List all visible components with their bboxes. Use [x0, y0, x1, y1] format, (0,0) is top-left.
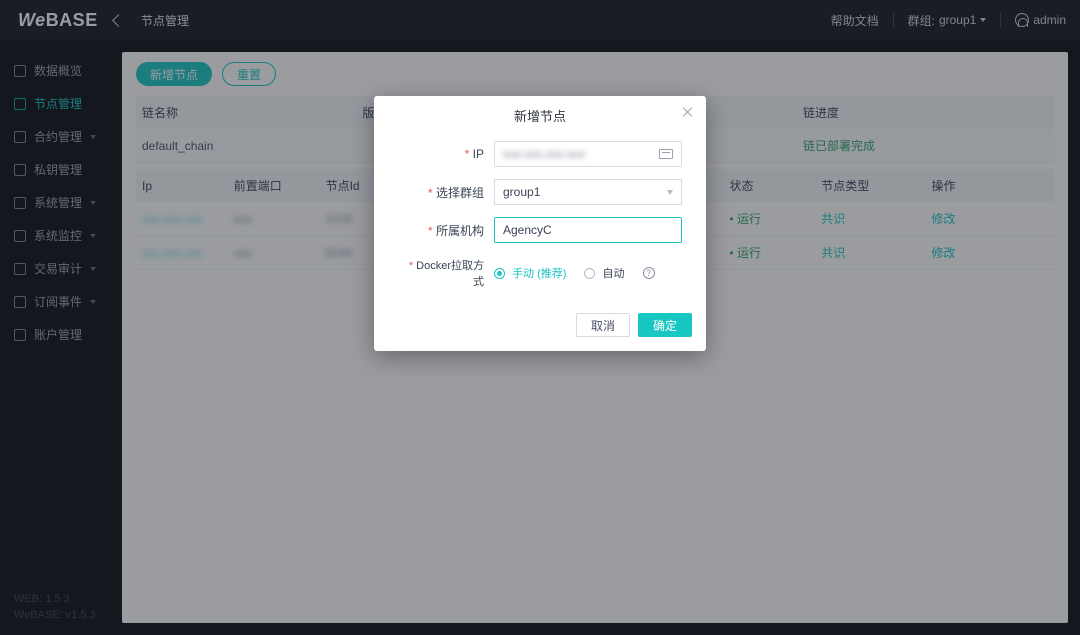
help-icon[interactable]: ? [643, 267, 655, 279]
add-node-modal: 新增节点 IP xxx.xxx.xxx.xxx 选择群组 group1 所属机构… [374, 96, 706, 351]
keyboard-icon [659, 149, 673, 159]
close-icon[interactable] [680, 104, 696, 120]
cancel-button[interactable]: 取消 [576, 313, 630, 337]
docker-auto-radio[interactable]: 自动 [584, 265, 624, 281]
agency-label: 所属机构 [398, 222, 484, 239]
group-label: 选择群组 [398, 184, 484, 201]
docker-manual-radio[interactable]: 手动 (推荐) [494, 265, 566, 281]
modal-title: 新增节点 [374, 96, 706, 135]
ok-button[interactable]: 确定 [638, 313, 692, 337]
ip-label: IP [398, 147, 484, 161]
docker-label: Docker拉取方式 [398, 257, 484, 289]
ip-input[interactable]: xxx.xxx.xxx.xxx [494, 141, 682, 167]
radio-icon [494, 268, 505, 279]
chevron-down-icon [667, 190, 673, 195]
radio-icon [584, 268, 595, 279]
group-select[interactable]: group1 [494, 179, 682, 205]
agency-input[interactable]: AgencyC [494, 217, 682, 243]
